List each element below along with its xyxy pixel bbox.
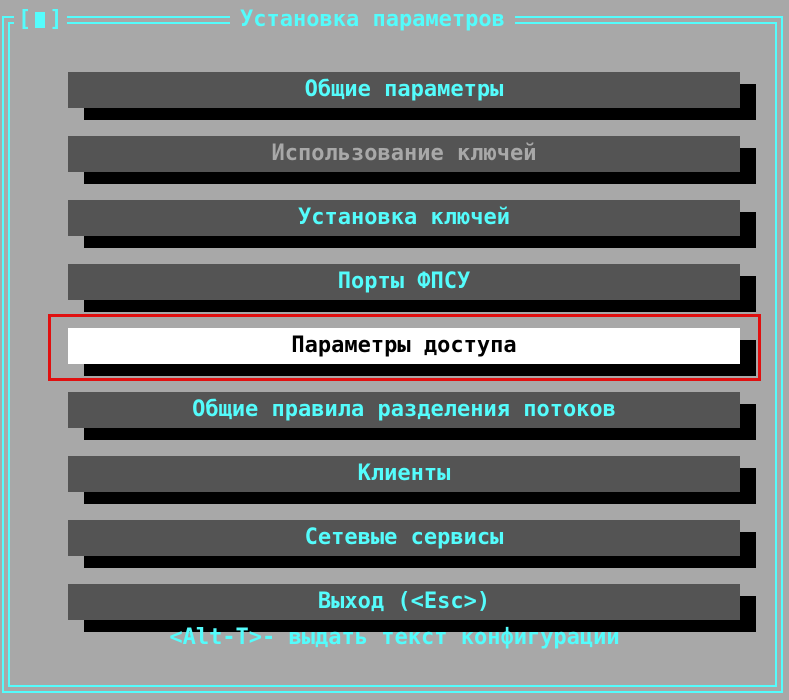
menu-item-label: Общие параметры bbox=[68, 72, 740, 108]
menu-item-label: Порты ФПСУ bbox=[68, 264, 740, 300]
menu-item-label: Установка ключей bbox=[68, 200, 740, 236]
menu-item-label: Выход (<Esc>) bbox=[68, 584, 740, 620]
title-bar: [] Установка параметров bbox=[0, 6, 789, 36]
menu-item-exit[interactable]: Выход (<Esc>) bbox=[68, 584, 756, 632]
selection-highlight bbox=[48, 314, 761, 381]
menu-item-stream-rules[interactable]: Общие правила разделения потоков bbox=[68, 392, 756, 440]
hotkey-hint: <Alt-T>- выдать текст конфигурации bbox=[169, 625, 620, 650]
menu-item-label: Клиенты bbox=[68, 456, 740, 492]
menu-item-label: Общие правила разделения потоков bbox=[68, 392, 740, 428]
close-button[interactable]: [] bbox=[14, 6, 67, 34]
window-title: Установка параметров bbox=[230, 6, 515, 34]
menu-item-fpsu-ports[interactable]: Порты ФПСУ bbox=[68, 264, 756, 312]
close-icon bbox=[35, 12, 46, 28]
menu-item-clients[interactable]: Клиенты bbox=[68, 456, 756, 504]
menu-item-label: Сетевые сервисы bbox=[68, 520, 740, 556]
menu-item-key-usage[interactable]: Использование ключей bbox=[68, 136, 756, 184]
menu-item-network-services[interactable]: Сетевые сервисы bbox=[68, 520, 756, 568]
menu-item-key-setup[interactable]: Установка ключей bbox=[68, 200, 756, 248]
menu-item-label: Использование ключей bbox=[68, 136, 740, 172]
menu-item-general-params[interactable]: Общие параметры bbox=[68, 72, 756, 120]
